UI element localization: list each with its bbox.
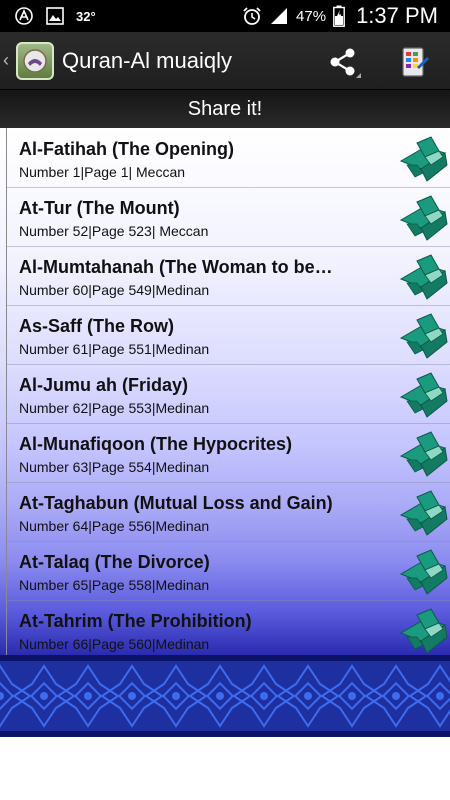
back-chevron-icon[interactable]: ‹ — [3, 50, 13, 71]
quran-book-icon — [399, 254, 448, 300]
surah-title: Al-Fatihah (The Opening) — [19, 139, 234, 159]
surah-title: As-Saff (The Row) — [19, 316, 174, 336]
app-title: Quran-Al muaiqly — [62, 47, 232, 73]
signal-icon — [269, 6, 289, 26]
a-circle-icon — [14, 6, 34, 26]
alarm-clock-icon — [242, 6, 262, 26]
surah-title: At-Tahrim (The Prohibition) — [19, 611, 252, 631]
surah-title: Al-Munafiqoon (The Hypocrites) — [19, 434, 292, 454]
action-bar: ‹ Quran-Al muaiqly — [0, 32, 450, 90]
quran-book-icon — [399, 195, 448, 241]
menu-icon — [402, 47, 429, 77]
surah-list-item[interactable]: At-Tahrim (The Prohibition) Number 66|Pag… — [7, 601, 450, 655]
quran-book-icon — [399, 372, 448, 418]
image-icon — [46, 7, 64, 25]
surah-title: At-Talaq (The Divorce) — [19, 552, 210, 572]
surah-details: Number 63|Page 554|Medinan — [19, 459, 210, 475]
surah-list-item[interactable]: At-Tur (The Mount) Number 52|Page 523| Me… — [7, 188, 450, 247]
surah-details: Number 66|Page 560|Medinan — [19, 636, 210, 652]
surah-list-item[interactable]: As-Saff (The Row) Number 61|Page 551|Medi… — [7, 306, 450, 365]
surah-list-item[interactable]: At-Taghabun (Mutual Loss and Gain) Number… — [7, 483, 450, 542]
surah-details: Number 1|Page 1| Meccan — [19, 164, 186, 180]
share-it-button[interactable]: Share it! — [0, 90, 450, 128]
quran-book-icon — [399, 549, 448, 595]
surah-list-item[interactable]: Al-Munafiqoon (The Hypocrites) Number 63|… — [7, 424, 450, 483]
battery-icon — [333, 5, 345, 27]
quran-book-icon — [399, 490, 448, 536]
surah-list-item[interactable]: At-Talaq (The Divorce) Number 65|Page 558… — [7, 542, 450, 601]
bottom-blank-area — [0, 737, 450, 800]
surah-title: Al-Jumu ah (Friday) — [19, 375, 189, 395]
share-icon — [330, 48, 361, 78]
ornament-pattern — [0, 655, 450, 737]
surah-details: Number 52|Page 523| Meccan — [19, 223, 209, 239]
surah-list-item[interactable]: Al-Jumu ah (Friday) Number 62|Page 553|Me… — [7, 365, 450, 424]
surah-details: Number 64|Page 556|Medinan — [19, 518, 210, 534]
surah-list: Al-Fatihah (The Opening) Number 1|Page 1|… — [0, 128, 450, 655]
quran-book-icon — [399, 313, 448, 359]
battery-percent: 47% — [296, 7, 327, 25]
surah-title: At-Taghabun (Mutual Loss and Gain) — [19, 493, 333, 513]
surah-list-item[interactable]: Al-Mumtahanah (The Woman to be… Number 60… — [7, 247, 450, 306]
surah-details: Number 60|Page 549|Medinan — [19, 282, 210, 298]
quran-book-icon — [399, 431, 448, 477]
surah-list-item[interactable]: Al-Fatihah (The Opening) Number 1|Page 1|… — [7, 129, 450, 188]
app-icon[interactable] — [16, 41, 54, 80]
surah-details: Number 65|Page 558|Medinan — [19, 577, 210, 593]
clock-time: 1:37 PM — [356, 3, 438, 28]
surah-details: Number 62|Page 553|Medinan — [19, 400, 210, 416]
decorative-ornament — [0, 655, 450, 737]
share-button[interactable] — [322, 42, 366, 82]
temperature-text: 32° — [76, 8, 96, 24]
surah-title: At-Tur (The Mount) — [19, 198, 180, 218]
quran-book-icon — [399, 608, 448, 654]
status-bar: 32° 47% 1:37 PM — [0, 0, 450, 32]
surah-title: Al-Mumtahanah (The Woman to be… — [19, 257, 333, 277]
quran-book-icon — [399, 136, 448, 182]
surah-details: Number 61|Page 551|Medinan — [19, 341, 210, 357]
menu-button[interactable] — [392, 42, 436, 82]
